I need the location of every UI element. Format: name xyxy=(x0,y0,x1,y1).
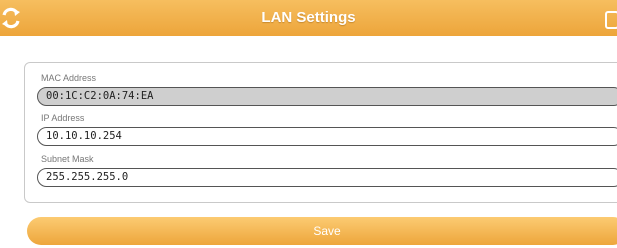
save-button[interactable]: Save xyxy=(27,217,617,245)
mac-address-label: MAC Address xyxy=(41,73,97,83)
header-bar: LAN Settings xyxy=(0,0,617,36)
subnet-mask-label: Subnet Mask xyxy=(41,154,94,164)
ip-address-label: IP Address xyxy=(41,113,85,123)
menu-icon[interactable] xyxy=(605,11,617,29)
lan-settings-form: MAC Address 00:1C:C2:0A:74:EA IP Address… xyxy=(24,62,617,203)
mac-address-field: 00:1C:C2:0A:74:EA xyxy=(37,87,617,106)
page-title: LAN Settings xyxy=(261,9,356,26)
subnet-mask-field[interactable]: 255.255.255.0 xyxy=(37,168,617,187)
ip-address-field[interactable]: 10.10.10.254 xyxy=(37,127,617,146)
